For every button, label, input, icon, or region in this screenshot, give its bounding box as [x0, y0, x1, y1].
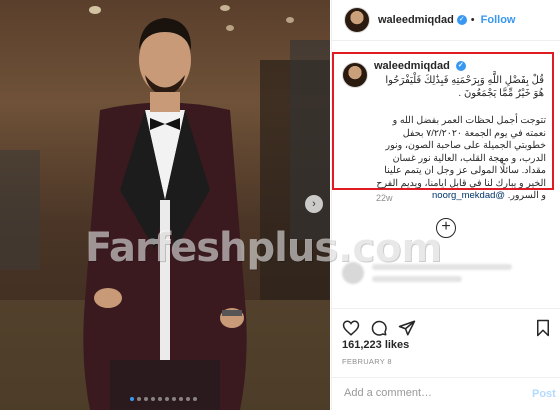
- post-actions: [332, 308, 560, 339]
- caption-avatar[interactable]: [342, 62, 368, 88]
- post-comment-button[interactable]: Post: [532, 388, 556, 400]
- likes-count[interactable]: 161,223 likes: [342, 339, 409, 351]
- carousel-dot: [179, 397, 183, 401]
- carousel-dot: [186, 397, 190, 401]
- post-header: waleedmiqdad ✓ • Follow: [332, 0, 560, 41]
- heart-icon[interactable]: [342, 319, 360, 337]
- verified-badge-icon: ✓: [456, 15, 467, 25]
- comment-icon[interactable]: [370, 319, 388, 337]
- separator: •: [470, 14, 475, 26]
- carousel-dot: [172, 397, 176, 401]
- watermark-logo: Farfeshplus.com: [85, 225, 442, 271]
- add-comment-bar: Post: [332, 377, 560, 411]
- carousel-dot: [130, 397, 134, 401]
- post-photo[interactable]: ›: [0, 0, 330, 410]
- carousel-dot: [137, 397, 141, 401]
- carousel-dots: [130, 397, 197, 401]
- post-sidebar: waleedmiqdad ✓ • Follow waleedmiqdad ✓ ق…: [331, 0, 560, 410]
- caption-verse: قُلْ بِفَضْلِ اللَّهِ وَبِرَحْمَتِهِ فَب…: [385, 75, 544, 99]
- carousel-dot: [193, 397, 197, 401]
- caption-mention[interactable]: @noorg_mekdad: [432, 190, 505, 201]
- comment-input[interactable]: [342, 386, 516, 400]
- post-date: FEBRUARY 8: [342, 357, 392, 366]
- caption-username-text[interactable]: waleedmiqdad: [374, 60, 450, 72]
- blurred-line: [372, 276, 462, 282]
- carousel-dot: [158, 397, 162, 401]
- bookmark-icon[interactable]: [534, 319, 552, 337]
- caption-body: تتوجت أجمل لحظات العمر بفضل الله و نعمته…: [374, 115, 546, 203]
- caption-verified-badge-icon: ✓: [455, 61, 466, 72]
- avatar[interactable]: [344, 7, 370, 33]
- post-age[interactable]: 22w: [376, 193, 393, 203]
- photo-illustration: [0, 5, 330, 410]
- caption-username[interactable]: waleedmiqdad ✓: [374, 60, 466, 72]
- carousel-dot: [165, 397, 169, 401]
- next-photo-button[interactable]: ›: [305, 195, 323, 213]
- username[interactable]: waleedmiqdad: [378, 14, 454, 26]
- follow-button[interactable]: Follow: [481, 14, 516, 26]
- carousel-dot: [151, 397, 155, 401]
- share-icon[interactable]: [398, 319, 416, 337]
- instagram-post: › Farfeshplus.com waleedmiqdad ✓ • Follo…: [0, 0, 560, 410]
- caption-highlight: waleedmiqdad ✓ قُلْ بِفَضْلِ اللَّهِ وَب…: [332, 52, 554, 201]
- caption-body-text: تتوجت أجمل لحظات العمر بفضل الله و نعمته…: [376, 115, 546, 201]
- carousel-dot: [144, 397, 148, 401]
